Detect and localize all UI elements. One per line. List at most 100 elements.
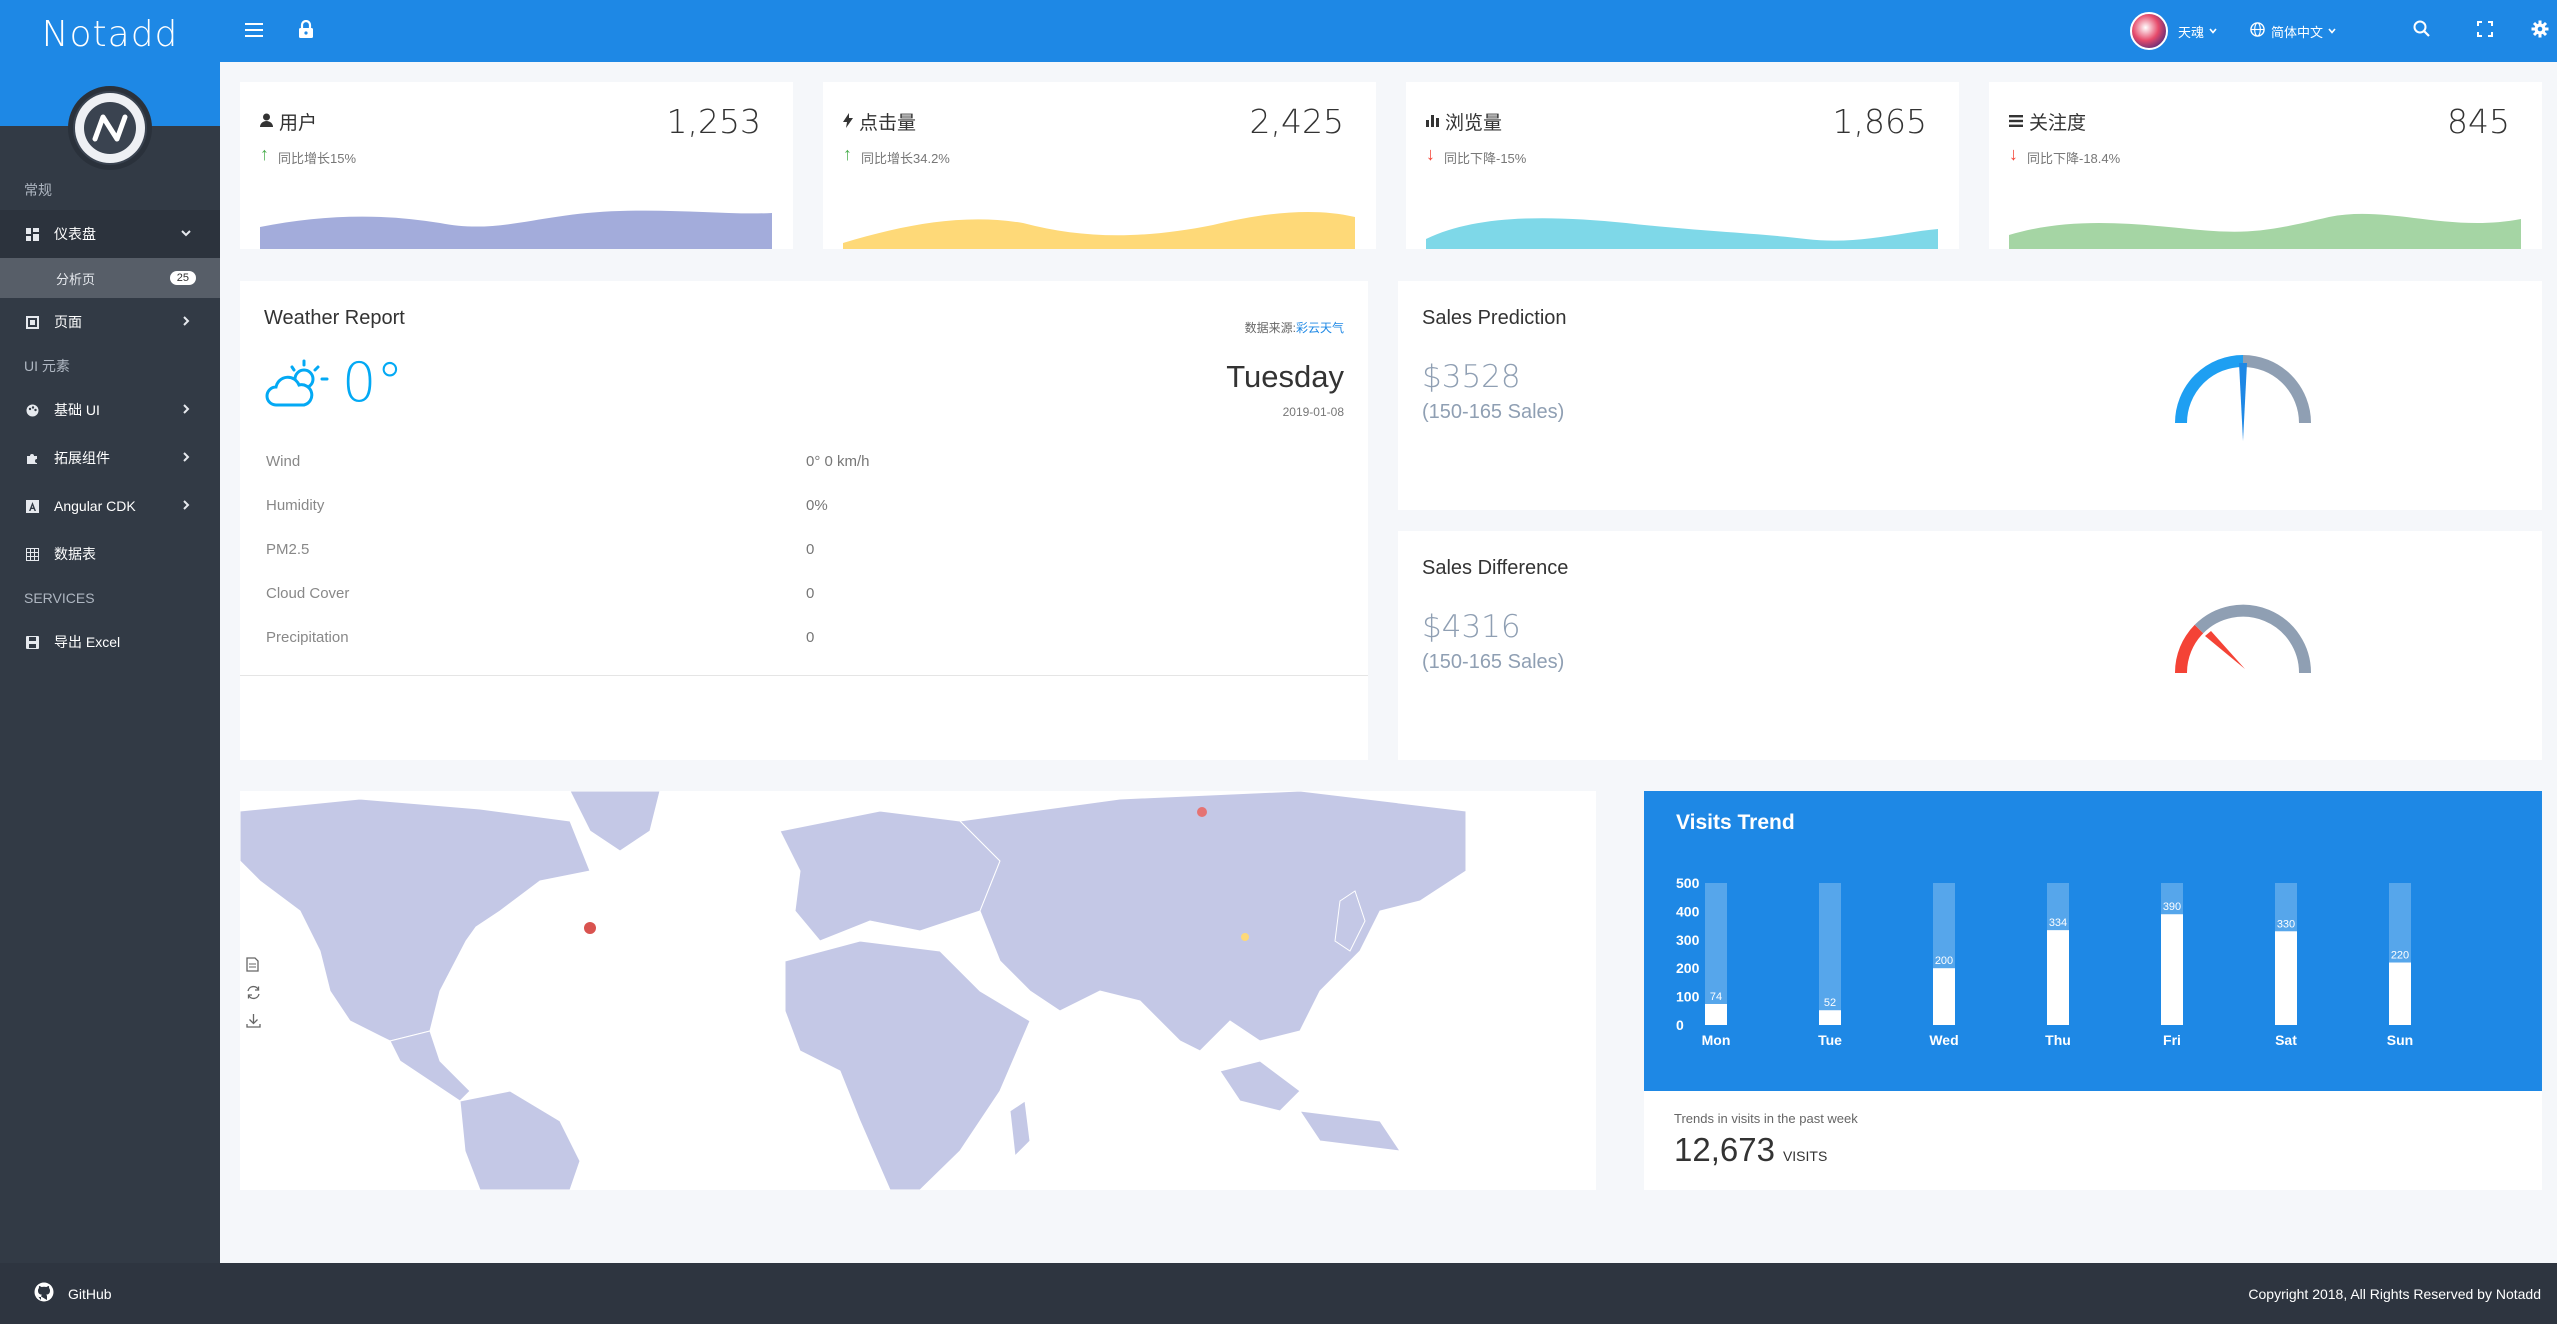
x-tick-label: Mon xyxy=(1702,1032,1731,1048)
gear-icon xyxy=(2531,20,2549,43)
user-icon xyxy=(260,113,273,130)
weather-source: 数据来源:彩云天气 xyxy=(1245,319,1344,336)
github-link[interactable]: GitHub xyxy=(34,1263,112,1324)
fullscreen-button[interactable] xyxy=(2460,0,2510,62)
sidebar-item-label: 基础 UI xyxy=(54,402,100,418)
chevron-down-icon xyxy=(180,226,192,242)
world-map[interactable] xyxy=(239,790,1467,1191)
partly-cloudy-icon xyxy=(264,357,330,418)
sidebar-item-dashboard[interactable]: 仪表盘 xyxy=(0,210,220,258)
refresh-icon xyxy=(246,985,261,1003)
sales-difference-sub: (150-165 Sales) xyxy=(1422,651,1565,673)
data-label: 334 xyxy=(2049,917,2067,929)
stat-label: 点击量 xyxy=(859,113,917,134)
temperature: 0° xyxy=(342,351,404,414)
weather-row-label: PM2.5 xyxy=(266,541,310,558)
stat-title: 用户 xyxy=(260,108,317,135)
stat-trend: 同比下降-15% xyxy=(1444,151,1527,166)
y-tick-label: 500 xyxy=(1676,875,1700,891)
restore-button[interactable] xyxy=(246,981,261,1009)
chevron-down-icon xyxy=(2208,24,2218,39)
data-label: 74 xyxy=(1710,991,1722,1003)
weather-row-value: 0 xyxy=(806,541,815,558)
sidebar-item-export-excel[interactable]: 导出 Excel xyxy=(0,618,220,666)
weather-row-label: Precipitation xyxy=(266,629,349,646)
sidebar-item-datatable[interactable]: 数据表 xyxy=(0,530,220,578)
arrow-down-icon: ↓ xyxy=(1426,144,1435,164)
sales-difference-amount: $4316 xyxy=(1422,609,1521,645)
x-tick-label: Thu xyxy=(2045,1032,2071,1048)
sidebar-item-label: 分析页 xyxy=(56,271,96,287)
stat-value: 1,865 xyxy=(1832,102,1927,141)
map-toolbox xyxy=(246,953,261,1037)
sidebar-item-extensions[interactable]: 拓展组件 xyxy=(0,434,220,482)
copyright: Copyright 2018, All Rights Reserved by N… xyxy=(2248,1285,2541,1302)
user-name: 天魂 xyxy=(2178,24,2205,40)
visits-total-value: 12,673 xyxy=(1674,1131,1775,1168)
x-tick-label: Fri xyxy=(2163,1032,2181,1048)
sales-prediction-gauge xyxy=(2175,355,2311,441)
weather-row-value: 0 xyxy=(806,629,815,646)
weather-row-label: Humidity xyxy=(266,497,325,514)
data-view-button[interactable] xyxy=(246,953,261,981)
search-button[interactable] xyxy=(2396,0,2446,62)
y-tick-label: 300 xyxy=(1676,932,1700,948)
globe-icon xyxy=(2250,22,2265,40)
weather-title: Weather Report xyxy=(264,307,405,329)
sidebar-item-pages[interactable]: 页面 xyxy=(0,298,220,346)
map-marker[interactable] xyxy=(584,922,596,934)
sparkline-attention xyxy=(2009,213,2521,249)
weather-row-value: 0 xyxy=(806,585,815,602)
stat-trend: 同比增长15% xyxy=(278,151,357,166)
sales-prediction-card: Sales Prediction $3528 (150-165 Sales) xyxy=(1398,281,2542,510)
x-tick-label: Sat xyxy=(2275,1032,2297,1048)
stat-value: 1,253 xyxy=(666,102,761,141)
weather-source-label: 数据来源: xyxy=(1244,321,1296,335)
dashboard-icon xyxy=(24,226,40,242)
avatar[interactable] xyxy=(68,86,152,170)
stat-trend: 同比下降-18.4% xyxy=(2027,151,2121,166)
sidebar-item-basic-ui[interactable]: 基础 UI xyxy=(0,386,220,434)
chevron-right-icon xyxy=(180,450,192,466)
lock-button[interactable] xyxy=(286,0,326,62)
bar xyxy=(2275,931,2297,1025)
map-marker[interactable] xyxy=(1241,933,1249,941)
save-image-button[interactable] xyxy=(246,1009,261,1037)
visits-total: 12,673 VISITS xyxy=(1674,1131,1827,1169)
weather-source-link[interactable]: 彩云天气 xyxy=(1296,321,1344,335)
brand-logo[interactable]: Notadd xyxy=(0,14,220,55)
document-icon xyxy=(246,957,259,975)
weather-day: Tuesday xyxy=(1226,359,1344,394)
top-header: 天魂 简体中文 xyxy=(220,0,2557,62)
user-menu[interactable]: 天魂 xyxy=(2130,0,2218,62)
visits-chart-panel: Visits Trend 500 400 300 200 100 0 74 Mon 52 Tue 2… xyxy=(1644,791,2542,1091)
sidebar-item-label: 仪表盘 xyxy=(54,226,96,242)
sales-difference-gauge xyxy=(2174,604,2312,674)
sidebar-nav: 常规 仪表盘 分析页 25 页面 UI 元素 基础 UI 拓展组件 Angula… xyxy=(0,170,220,666)
sidebar-item-angular-cdk[interactable]: Angular CDK xyxy=(0,482,220,530)
stat-title: 点击量 xyxy=(843,108,916,135)
sidebar-item-analysis[interactable]: 分析页 25 xyxy=(0,258,220,298)
visits-bar-chart: 500 400 300 200 100 0 74 Mon 52 Tue 200 Wed 334 Thu 39… xyxy=(1676,875,2413,1048)
menu-toggle-button[interactable] xyxy=(234,0,274,62)
bar xyxy=(2047,930,2069,1025)
arrow-up-icon: ↑ xyxy=(260,144,269,164)
sales-prediction-title: Sales Prediction xyxy=(1422,307,1567,329)
weather-row-label: Cloud Cover xyxy=(266,585,350,602)
lock-icon xyxy=(298,19,314,43)
y-tick-label: 0 xyxy=(1676,1017,1684,1033)
chevron-right-icon xyxy=(180,314,192,330)
settings-button[interactable] xyxy=(2520,0,2557,62)
arrow-down-icon: ↓ xyxy=(2009,144,2018,164)
visits-trend-card: Visits Trend 500 400 300 200 100 0 74 Mon 52 Tue 2… xyxy=(1644,791,2542,1190)
chevron-down-icon xyxy=(2327,24,2337,39)
stat-card-views: 浏览量 1,865 ↓ 同比下降-15% xyxy=(1406,82,1959,249)
data-label: 200 xyxy=(1935,955,1953,967)
data-label: 220 xyxy=(2391,950,2409,962)
stat-value: 845 xyxy=(2447,102,2510,141)
nav-group-label: 常规 xyxy=(24,182,52,198)
hamburger-icon xyxy=(245,21,263,42)
map-marker[interactable] xyxy=(1197,807,1207,817)
language-select[interactable]: 简体中文 xyxy=(2250,0,2337,62)
sparkline-clicks xyxy=(843,211,1355,249)
